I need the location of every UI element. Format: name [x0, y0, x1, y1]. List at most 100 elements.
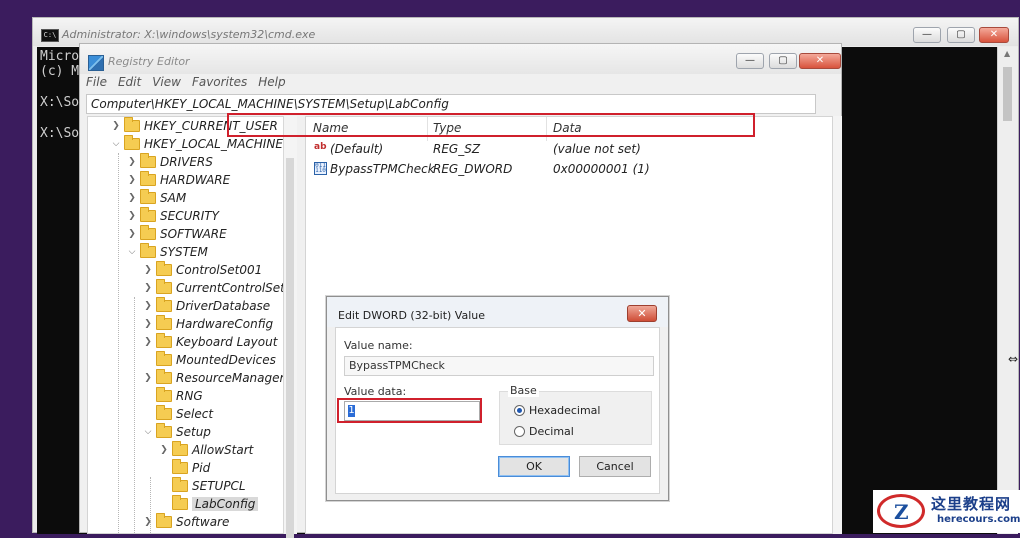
folder-icon [172, 441, 188, 456]
tree-scroll-thumb[interactable] [286, 158, 294, 538]
tree-scrollbar[interactable] [283, 116, 297, 538]
tree-node-security[interactable]: ❯ SECURITY [126, 207, 219, 225]
chevron-right-icon[interactable]: ❯ [142, 337, 154, 347]
folder-icon [140, 189, 156, 204]
cmd-title: Administrator: X:\windows\system32\cmd.e… [62, 28, 316, 41]
tree-node-setup[interactable]: ⌵ Setup [142, 423, 211, 441]
menu-bar: File Edit View Favorites Help [86, 75, 297, 93]
tree-node-currentcontrolset[interactable]: ❯ CurrentControlSet [142, 279, 285, 297]
menu-favorites[interactable]: Favorites [192, 75, 247, 93]
folder-icon [172, 477, 188, 492]
folder-icon [156, 369, 172, 384]
menu-file[interactable]: File [86, 75, 107, 93]
folder-icon [140, 171, 156, 186]
scroll-up-arrow-icon[interactable]: ▲ [1004, 49, 1010, 58]
tree-node-controlset001[interactable]: ❯ ControlSet001 [142, 261, 262, 279]
binary-value-icon: 011 110 [314, 162, 327, 175]
address-bar[interactable]: Computer\HKEY_LOCAL_MACHINE\SYSTEM\Setup… [86, 94, 816, 114]
table-row[interactable]: ab (Default) REG_SZ (value not set) [307, 140, 831, 158]
tree-node-pid[interactable]: Pid [158, 459, 210, 477]
ok-button[interactable]: OK [498, 456, 570, 477]
chevron-right-icon[interactable]: ❯ [126, 193, 138, 203]
regedit-title: Registry Editor [108, 55, 190, 68]
dialog-title: Edit DWORD (32-bit) Value [338, 309, 486, 322]
chevron-right-icon[interactable]: ❯ [142, 373, 154, 383]
cmd-close-button[interactable]: ✕ [979, 27, 1009, 43]
watermark-logo-letter: Z [894, 500, 909, 524]
chevron-right-icon[interactable]: ❯ [158, 445, 170, 455]
tree-node-label: SECURITY [160, 209, 219, 223]
regedit-close-button[interactable]: ✕ [799, 53, 841, 69]
console-line: (c) M [40, 64, 80, 79]
radio-decimal[interactable]: Decimal [514, 425, 574, 438]
menu-view[interactable]: View [152, 75, 181, 93]
chevron-right-icon[interactable]: ❯ [126, 157, 138, 167]
folder-icon [172, 459, 188, 474]
chevron-right-icon[interactable]: ❯ [142, 517, 154, 527]
tree-node-label: Select [176, 407, 214, 421]
chevron-right-icon[interactable]: ❯ [110, 121, 122, 131]
folder-icon [156, 405, 172, 420]
tree-node-hardwareconfig[interactable]: ❯ HardwareConfig [142, 315, 273, 333]
tree-node-rng[interactable]: RNG [142, 387, 203, 405]
cmd-maximize-button[interactable]: ▢ [947, 27, 975, 43]
highlight-box-row [227, 113, 755, 137]
folder-icon [156, 513, 172, 528]
cmd-scrollbar[interactable]: ▲ [997, 47, 1018, 534]
radio-hexadecimal[interactable]: Hexadecimal [514, 404, 600, 417]
chevron-down-icon[interactable]: ⌵ [142, 427, 154, 437]
menu-help[interactable]: Help [258, 75, 285, 93]
tree-node-driverdatabase[interactable]: ❯ DriverDatabase [142, 297, 270, 315]
resize-cursor-icon: ⇔ [1008, 352, 1019, 366]
tree-node-label: Setup [176, 425, 211, 439]
regedit-titlebar[interactable]: Registry Editor — ▢ ✕ [80, 44, 841, 74]
tree-node-software[interactable]: ❯ SOFTWARE [126, 225, 227, 243]
tree-node-label: DRIVERS [160, 155, 213, 169]
tree-node-drivers[interactable]: ❯ DRIVERS [126, 153, 213, 171]
tree-node-keyboardlayout[interactable]: ❯ Keyboard Layout [142, 333, 277, 351]
registry-tree[interactable]: ❯ HKEY_CURRENT_USER ⌵ HKEY_LOCAL_MACHINE… [87, 116, 291, 534]
console-line: X:\So [40, 95, 80, 110]
value-name-field[interactable]: BypassTPMCheck [344, 356, 654, 376]
highlight-box-value-data [337, 398, 482, 423]
tree-node-select[interactable]: Select [142, 405, 213, 423]
regedit-minimize-button[interactable]: — [736, 53, 764, 69]
tree-node-software-system[interactable]: ❯ Software [142, 513, 229, 531]
tree-node-system[interactable]: ⌵ SYSTEM [126, 243, 208, 261]
chevron-right-icon[interactable]: ❯ [126, 211, 138, 221]
row-name: BypassTPMCheck [330, 162, 435, 176]
row-data: (value not set) [553, 142, 641, 156]
tree-node-mounteddevices[interactable]: MountedDevices [142, 351, 276, 369]
tree-node-labconfig[interactable]: LabConfig [158, 495, 259, 513]
folder-icon [156, 387, 172, 402]
row-type: REG_DWORD [433, 162, 513, 176]
chevron-right-icon[interactable]: ❯ [126, 175, 138, 185]
cmd-scroll-thumb[interactable] [1003, 67, 1012, 121]
tree-node-label: ControlSet001 [176, 263, 263, 277]
table-row[interactable]: 011 110 BypassTPMCheck REG_DWORD 0x000000… [307, 160, 831, 178]
tree-node-sam[interactable]: ❯ SAM [126, 189, 186, 207]
row-type: REG_SZ [433, 142, 481, 156]
list-scrollbar[interactable] [833, 116, 842, 534]
chevron-right-icon[interactable]: ❯ [142, 319, 154, 329]
tree-node-resourcemanager[interactable]: ❯ ResourceManager [142, 369, 284, 387]
dialog-close-button[interactable]: ✕ [627, 305, 657, 322]
chevron-down-icon[interactable]: ⌵ [126, 247, 138, 257]
console-line: Micro [40, 49, 80, 64]
dialog-titlebar[interactable]: Edit DWORD (32-bit) Value ✕ [327, 297, 668, 327]
tree-node-hardware[interactable]: ❯ HARDWARE [126, 171, 230, 189]
tree-node-allowstart[interactable]: ❯ AllowStart [158, 441, 253, 459]
chevron-right-icon[interactable]: ❯ [142, 283, 154, 293]
regedit-maximize-button[interactable]: ▢ [769, 53, 797, 69]
chevron-right-icon[interactable]: ❯ [126, 229, 138, 239]
chevron-right-icon[interactable]: ❯ [142, 265, 154, 275]
tree-node-hklm[interactable]: ⌵ HKEY_LOCAL_MACHINE [110, 135, 283, 153]
tree-node-setupcl[interactable]: SETUPCL [158, 477, 246, 495]
menu-edit[interactable]: Edit [118, 75, 141, 93]
chevron-down-icon[interactable]: ⌵ [110, 139, 122, 149]
chevron-right-icon[interactable]: ❯ [142, 301, 154, 311]
folder-icon [172, 495, 188, 510]
cancel-button[interactable]: Cancel [579, 456, 651, 477]
cmd-titlebar[interactable]: C:\ Administrator: X:\windows\system32\c… [33, 18, 1018, 46]
cmd-minimize-button[interactable]: — [913, 27, 941, 43]
